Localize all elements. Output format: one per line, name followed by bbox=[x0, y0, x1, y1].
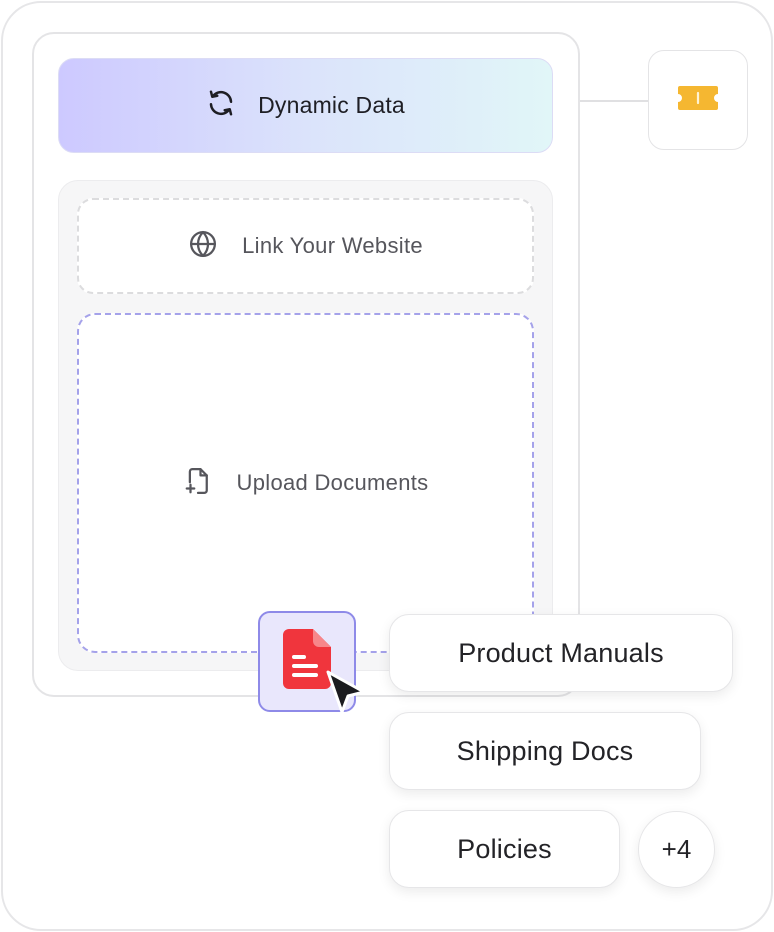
more-tags-badge[interactable]: +4 bbox=[638, 811, 715, 888]
refresh-icon bbox=[206, 88, 236, 123]
tag-shipping-docs[interactable]: Shipping Docs bbox=[389, 712, 701, 790]
tag-policies[interactable]: Policies bbox=[389, 810, 620, 888]
upload-documents-label: Upload Documents bbox=[236, 470, 429, 495]
ticket-integration-card[interactable] bbox=[648, 50, 748, 150]
dynamic-data-title: Dynamic Data bbox=[258, 92, 405, 118]
pointer-cursor-icon bbox=[326, 670, 366, 714]
connector-line bbox=[580, 100, 650, 102]
file-plus-icon bbox=[183, 466, 213, 501]
dynamic-data-header[interactable]: Dynamic Data bbox=[58, 58, 553, 153]
tag-product-manuals[interactable]: Product Manuals bbox=[389, 614, 733, 692]
upload-documents-dropzone[interactable]: Upload Documents bbox=[77, 313, 534, 653]
link-website-dropzone[interactable]: Link Your Website bbox=[77, 198, 534, 294]
link-website-label: Link Your Website bbox=[242, 233, 423, 258]
globe-icon bbox=[188, 229, 218, 264]
ticket-icon bbox=[675, 81, 721, 120]
